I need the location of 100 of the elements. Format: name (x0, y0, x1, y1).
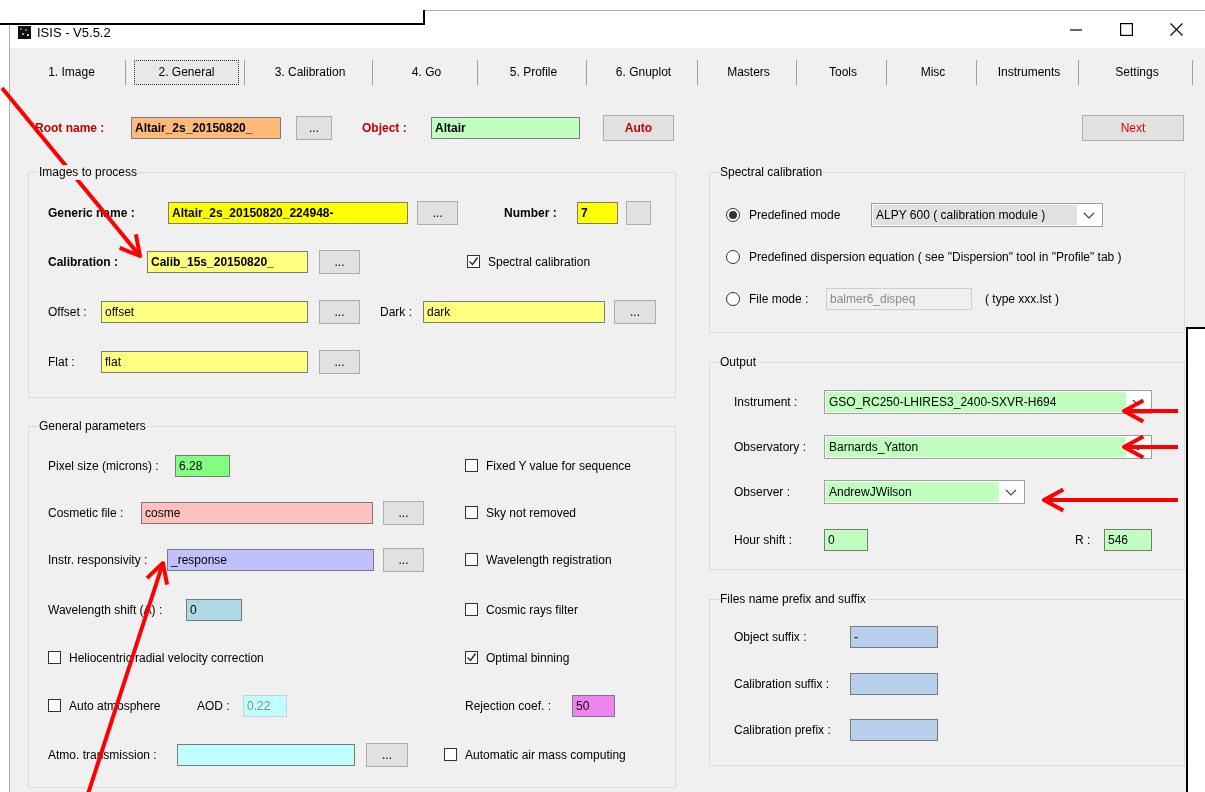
checkbox[interactable] (444, 748, 457, 762)
checkbox[interactable] (467, 255, 480, 269)
input-field[interactable]: cosme (141, 502, 373, 524)
field-label: Object suffix : (734, 629, 808, 645)
input-field[interactable]: Altair (431, 117, 580, 139)
annotation-arrow (1122, 398, 1178, 424)
checkbox[interactable] (465, 506, 478, 520)
window-title: ISIS - V5.5.2 (37, 24, 111, 41)
input-field[interactable] (850, 673, 938, 695)
dropdown[interactable]: Barnards_Yatton (824, 435, 1152, 459)
browse-button[interactable]: ... (319, 350, 360, 374)
field-label: Instrument : (734, 394, 799, 410)
tab[interactable]: Masters (706, 60, 791, 85)
group-title: Spectral calibration (719, 165, 824, 180)
browse-button[interactable]: ... (614, 300, 656, 324)
checkbox-label: Automatic air mass computing (465, 747, 626, 763)
field-label: Observer : (734, 484, 791, 500)
browse-button[interactable]: ... (366, 743, 408, 767)
checkbox-label: Fixed Y value for sequence (486, 458, 631, 474)
radio-button[interactable] (726, 250, 740, 264)
field-label: R : (1075, 532, 1092, 548)
tab[interactable]: Instruments (985, 60, 1073, 85)
input-field[interactable]: Altair_2s_20150820_224948- (168, 202, 408, 224)
browse-button[interactable]: ... (296, 116, 332, 140)
input-field[interactable]: 7 (577, 202, 618, 224)
browse-button[interactable]: ... (383, 501, 424, 525)
radio-button[interactable] (726, 292, 740, 306)
input-field[interactable] (850, 719, 938, 741)
field-label: Rejection coef. : (465, 698, 553, 714)
input-field[interactable]: Calib_15s_20150820_ (147, 251, 308, 273)
field-label: Observatory : (734, 439, 808, 455)
checkbox-label: Heliocentric radial velocity correction (69, 650, 264, 666)
checkbox-label: Optimal binning (486, 650, 570, 666)
radio-label: Predefined mode (749, 207, 841, 223)
tab[interactable]: Tools (805, 60, 881, 85)
input-field[interactable]: 50 (572, 695, 615, 717)
group-title: Output (719, 355, 758, 370)
input-field[interactable]: 0 (186, 599, 242, 621)
dropdown[interactable]: ALPY 600 ( calibration module ) (871, 203, 1103, 227)
input-field[interactable]: - (850, 626, 938, 648)
tab[interactable]: 2. General (134, 60, 239, 85)
close-icon (1169, 23, 1183, 36)
dropdown[interactable]: GSO_RC250-LHIRES3_2400-SXVR-H694 (824, 390, 1152, 414)
checkbox-label: Sky not removed (486, 505, 577, 521)
input-field[interactable]: _response (167, 549, 374, 571)
field-label: Number : (504, 205, 558, 221)
group-title: Images to process (38, 165, 139, 180)
input-field[interactable]: 6.28 (175, 455, 230, 477)
group-title: Files name prefix and suffix (719, 592, 867, 607)
browse-button[interactable]: ... (319, 250, 360, 274)
input-field[interactable]: offset (101, 301, 308, 323)
input-field[interactable]: 0 (824, 529, 868, 551)
checkbox-label: Spectral calibration (488, 254, 591, 270)
minimize-icon (1070, 28, 1082, 31)
tab[interactable]: 5. Profile (486, 60, 581, 85)
field-label: Offset : (48, 304, 88, 320)
dropdown[interactable]: AndrewJWilson (824, 480, 1025, 504)
checkbox-label: Cosmic rays filter (486, 602, 578, 618)
checkbox[interactable] (465, 553, 478, 567)
input-field[interactable]: flat (101, 351, 308, 373)
input-field[interactable]: Altair_2s_20150820_ (131, 117, 281, 139)
browse-button[interactable]: ... (417, 201, 458, 225)
action-button[interactable]: Next (1082, 115, 1184, 141)
field-label: Calibration suffix : (734, 676, 831, 692)
field-label: Calibration prefix : (734, 722, 832, 738)
browse-button[interactable]: ... (383, 548, 424, 572)
field-label: Hour shift : (734, 532, 794, 548)
field-label: Pixel size (microns) : (48, 458, 160, 474)
field-label: Flat : (48, 354, 76, 370)
group-title: General parameters (38, 419, 147, 434)
checkbox[interactable] (465, 651, 478, 665)
field-label: AOD : (197, 698, 231, 714)
checkbox[interactable] (465, 603, 478, 617)
field-label: Instr. responsivity : (48, 552, 149, 568)
tab[interactable]: 4. Go (381, 60, 472, 85)
field-label: Calibration : (48, 254, 119, 270)
input-field[interactable]: dark (423, 301, 605, 323)
tab[interactable]: 6. Gnuplot (595, 60, 692, 85)
checkbox[interactable] (465, 459, 478, 473)
input-field[interactable] (177, 744, 355, 766)
tab[interactable]: Misc (895, 60, 971, 85)
radio-label: File mode : (749, 291, 809, 307)
checkbox[interactable] (48, 651, 61, 665)
maximize-icon (1119, 23, 1133, 36)
tab[interactable]: Settings (1087, 60, 1187, 85)
field-label: Object : (362, 120, 408, 136)
checkbox[interactable] (48, 699, 61, 713)
annotation-arrow (1122, 434, 1178, 460)
checkbox-label: Wavelength registration (486, 552, 612, 568)
tab[interactable]: 1. Image (23, 60, 120, 85)
radio-label: Predefined dispersion equation ( see "Dispersion" tool in "Profile" tab ) (749, 249, 1122, 265)
app-icon (18, 26, 31, 39)
radio-button[interactable] (726, 208, 740, 222)
hint-text: ( type xxx.lst ) (985, 291, 1060, 307)
field-label: Dark : (380, 304, 413, 320)
browse-button[interactable]: ... (319, 300, 360, 324)
field-label: Cosmetic file : (48, 505, 125, 521)
action-button[interactable]: Auto (603, 115, 674, 141)
tab[interactable]: 3. Calibration (253, 60, 367, 85)
input-field[interactable]: 546 (1104, 529, 1152, 551)
